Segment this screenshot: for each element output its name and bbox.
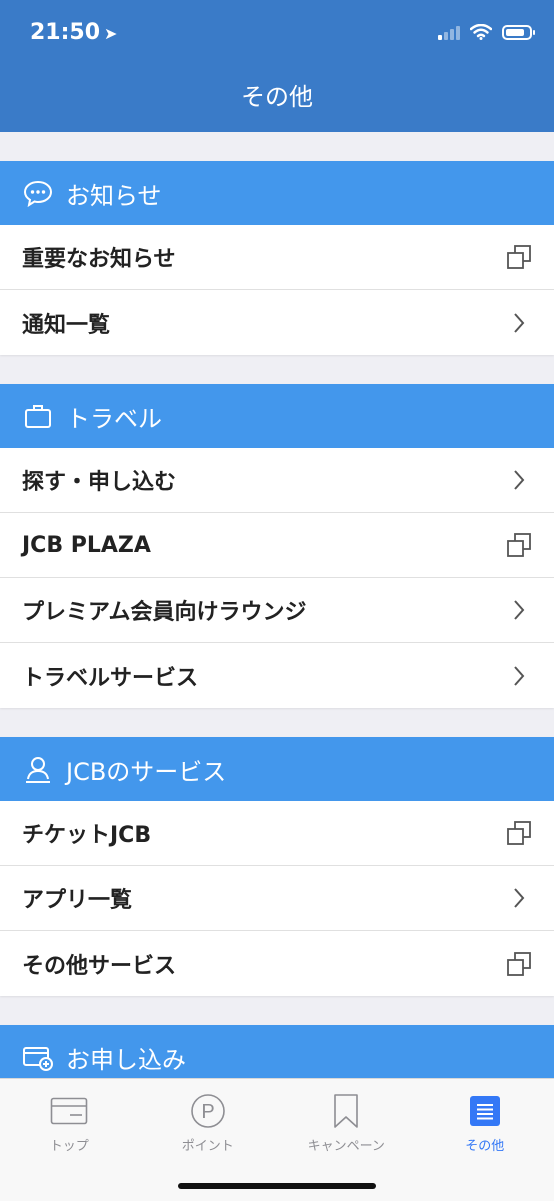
wifi-icon — [470, 24, 492, 40]
tab-label: キャンペーン — [308, 1135, 385, 1154]
menu-item-label: プレミアム会員向けラウンジ — [22, 594, 306, 626]
section-title: お申し込み — [66, 1040, 186, 1075]
tab-label: その他 — [465, 1135, 504, 1154]
menu-item-important-notices[interactable]: 重要なお知らせ — [0, 225, 554, 290]
chat-bubble-icon — [22, 177, 54, 209]
section-title: トラベル — [66, 399, 162, 434]
status-time: 21:50➤ — [30, 20, 117, 45]
menu-item-ticket-jcb[interactable]: チケットJCB — [0, 801, 554, 866]
tab-top[interactable]: トップ — [0, 1079, 139, 1161]
chevron-right-icon — [506, 467, 532, 493]
person-icon — [22, 753, 54, 785]
section-jcb-services: JCBのサービス チケットJCB アプリ一覧 その他サービス — [0, 737, 554, 996]
menu-list-icon — [469, 1091, 501, 1131]
menu-item-notification-list[interactable]: 通知一覧 — [0, 290, 554, 355]
page-title: その他 — [0, 70, 554, 124]
home-indicator — [178, 1183, 376, 1189]
external-window-icon — [506, 532, 532, 558]
menu-item-label: その他サービス — [22, 948, 176, 980]
section-travel: トラベル 探す・申し込む JCB PLAZA プレミアム会員向けラウンジ トラベ… — [0, 384, 554, 708]
tab-other[interactable]: その他 — [416, 1079, 554, 1161]
section-header-notices: お知らせ — [0, 161, 554, 225]
menu-item-label: チケットJCB — [22, 817, 151, 849]
menu-item-label: 探す・申し込む — [22, 464, 176, 496]
nav-bar: その他 — [0, 70, 554, 132]
menu-item-app-list[interactable]: アプリ一覧 — [0, 866, 554, 931]
external-window-icon — [506, 820, 532, 846]
status-bar: 21:50➤ — [0, 0, 554, 70]
menu-item-label: JCB PLAZA — [22, 533, 151, 558]
chevron-right-icon — [506, 310, 532, 336]
bookmark-icon — [333, 1091, 359, 1131]
external-window-icon — [506, 951, 532, 977]
menu-item-label: 重要なお知らせ — [22, 241, 176, 273]
section-header-jcb-services: JCBのサービス — [0, 737, 554, 801]
external-window-icon — [506, 244, 532, 270]
section-header-travel: トラベル — [0, 384, 554, 448]
menu-item-jcb-plaza[interactable]: JCB PLAZA — [0, 513, 554, 578]
chevron-right-icon — [506, 597, 532, 623]
point-icon: P — [190, 1091, 226, 1131]
menu-item-premium-lounge[interactable]: プレミアム会員向けラウンジ — [0, 578, 554, 643]
menu-item-label: トラベルサービス — [22, 660, 198, 692]
menu-item-search-apply[interactable]: 探す・申し込む — [0, 448, 554, 513]
menu-content: お知らせ 重要なお知らせ 通知一覧 トラベル 探す・申し込む — [0, 132, 554, 1089]
location-arrow-icon: ➤ — [104, 24, 117, 43]
section-title: お知らせ — [66, 176, 162, 211]
tab-label: ポイント — [182, 1135, 234, 1154]
section-notices: お知らせ 重要なお知らせ 通知一覧 — [0, 161, 554, 355]
tab-label: トップ — [50, 1135, 89, 1154]
card-icon — [50, 1091, 88, 1131]
tab-bar: トップ P ポイント キャンペーン その他 — [0, 1078, 554, 1201]
chevron-right-icon — [506, 663, 532, 689]
signal-icon — [438, 24, 460, 40]
svg-text:P: P — [201, 1101, 214, 1123]
menu-item-other-services[interactable]: その他サービス — [0, 931, 554, 996]
menu-item-label: 通知一覧 — [22, 307, 110, 339]
card-add-icon — [22, 1041, 54, 1073]
chevron-right-icon — [506, 885, 532, 911]
section-title: JCBのサービス — [66, 752, 226, 787]
tab-points[interactable]: P ポイント — [139, 1079, 278, 1161]
suitcase-icon — [22, 400, 54, 432]
tab-campaign[interactable]: キャンペーン — [277, 1079, 416, 1161]
status-icons — [438, 24, 532, 40]
status-time-text: 21:50 — [30, 20, 100, 45]
menu-item-label: アプリ一覧 — [22, 882, 132, 914]
battery-icon — [502, 25, 532, 40]
menu-item-travel-service[interactable]: トラベルサービス — [0, 643, 554, 708]
